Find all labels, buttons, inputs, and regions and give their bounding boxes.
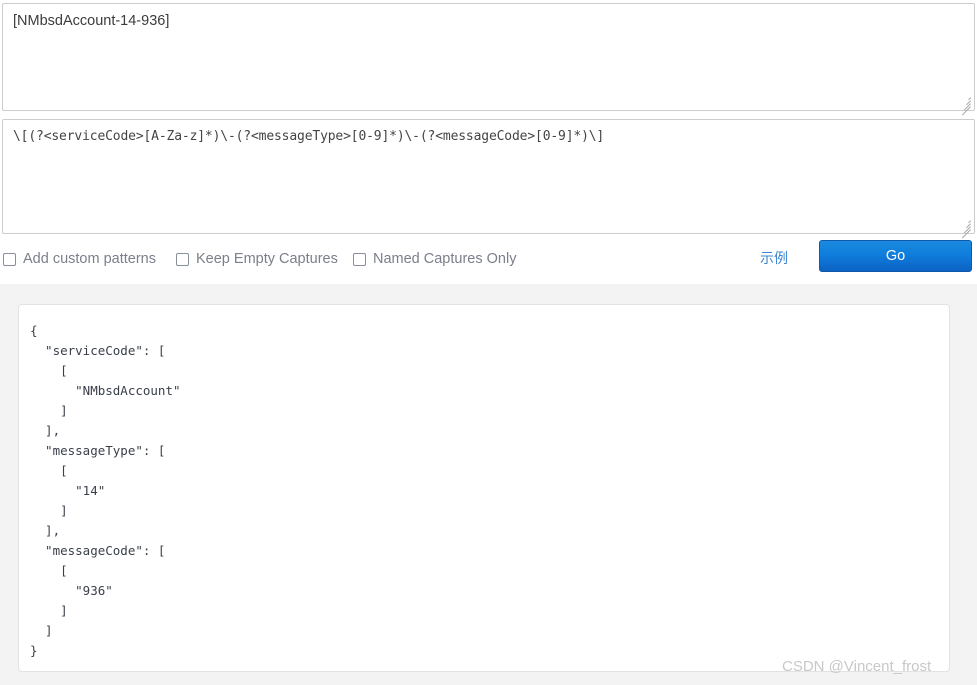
- result-json-output: { "serviceCode": [ [ "NMbsdAccount" ] ],…: [30, 323, 181, 658]
- sample-data-input[interactable]: [2, 3, 975, 111]
- checkbox-box-icon[interactable]: [176, 252, 189, 266]
- checkbox-label: Add custom patterns: [23, 250, 156, 267]
- grok-pattern-input[interactable]: [2, 119, 975, 234]
- checkbox-label: Keep Empty Captures: [196, 250, 338, 267]
- checkbox-keep-empty-captures[interactable]: Keep Empty Captures: [176, 242, 338, 276]
- example-link[interactable]: 示例: [760, 248, 788, 268]
- checkbox-add-custom-patterns[interactable]: Add custom patterns: [3, 242, 156, 276]
- grok-debugger-app: Add custom patterns Keep Empty Captures …: [0, 0, 977, 685]
- result-panel: { "serviceCode": [ [ "NMbsdAccount" ] ],…: [18, 304, 950, 672]
- checkbox-named-captures-only[interactable]: Named Captures Only: [353, 242, 516, 276]
- checkbox-box-icon[interactable]: [3, 252, 16, 266]
- watermark: CSDN @Vincent_frost: [782, 658, 932, 675]
- checkbox-label: Named Captures Only: [373, 250, 517, 267]
- checkbox-box-icon[interactable]: [353, 252, 366, 266]
- go-button[interactable]: Go: [819, 240, 972, 272]
